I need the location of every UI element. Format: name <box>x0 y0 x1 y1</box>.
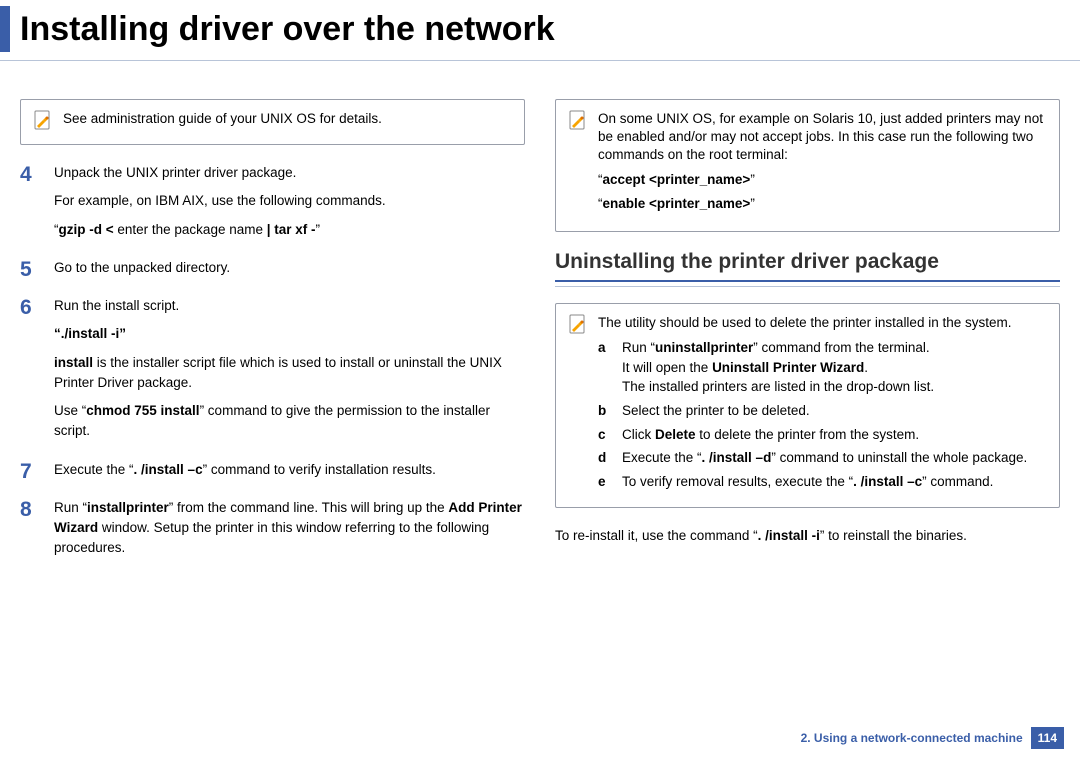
step-number: 5 <box>20 258 40 286</box>
pencil-note-icon <box>33 110 51 132</box>
title-bar: Installing driver over the network <box>0 0 1080 52</box>
page-title: Installing driver over the network <box>20 10 555 49</box>
section-rule <box>555 280 1060 282</box>
sub-body: Click Delete to delete the printer from … <box>622 425 1047 445</box>
sub-step-b: b Select the printer to be deleted. <box>598 401 1047 421</box>
step-8: 8 Run “installprinter” from the command … <box>20 498 525 567</box>
step-5: 5 Go to the unpacked directory. <box>20 258 525 286</box>
note-text: The utility should be used to delete the… <box>598 314 1047 495</box>
step-text: Use “chmod 755 install” command to give … <box>54 401 525 442</box>
right-column: On some UNIX OS, for example on Solaris … <box>555 99 1060 577</box>
step-4: 4 Unpack the UNIX printer driver package… <box>20 163 525 248</box>
sub-body: To verify removal results, execute the “… <box>622 472 1047 492</box>
step-number: 7 <box>20 460 40 488</box>
title-accent <box>0 6 10 52</box>
command-text: “accept <printer_name>” <box>598 171 1047 189</box>
step-text: Run “installprinter” from the command li… <box>54 498 525 559</box>
step-7: 7 Execute the “. /install –c” command to… <box>20 460 525 488</box>
step-text: Execute the “. /install –c” command to v… <box>54 460 525 480</box>
sub-letter: a <box>598 338 612 397</box>
sub-letter: d <box>598 448 612 468</box>
sub-steps: a Run “uninstallprinter” command from th… <box>598 338 1047 491</box>
note-text: On some UNIX OS, for example on Solaris … <box>598 110 1047 219</box>
step-text: For example, on IBM AIX, use the followi… <box>54 191 525 211</box>
header-rule <box>0 60 1080 61</box>
step-number: 8 <box>20 498 40 567</box>
sub-step-c: c Click Delete to delete the printer fro… <box>598 425 1047 445</box>
pencil-note-icon <box>568 314 586 336</box>
command-text: “./install -i” <box>54 324 525 344</box>
note-text: See administration guide of your UNIX OS… <box>63 110 512 132</box>
footer-chapter: 2. Using a network-connected machine <box>801 731 1023 745</box>
step-text: Go to the unpacked directory. <box>54 258 525 278</box>
left-column: See administration guide of your UNIX OS… <box>20 99 525 577</box>
sub-letter: b <box>598 401 612 421</box>
sub-body: Execute the “. /install –d” command to u… <box>622 448 1047 468</box>
footer: 2. Using a network-connected machine 114 <box>801 727 1064 749</box>
step-body: Run the install script. “./install -i” i… <box>54 296 525 450</box>
step-text: Unpack the UNIX printer driver package. <box>54 163 525 183</box>
section-rule-light <box>555 286 1060 287</box>
sub-letter: c <box>598 425 612 445</box>
note-box: See administration guide of your UNIX OS… <box>20 99 525 145</box>
sub-letter: e <box>598 472 612 492</box>
step-body: Go to the unpacked directory. <box>54 258 525 286</box>
sub-step-e: e To verify removal results, execute the… <box>598 472 1047 492</box>
paragraph: To re-install it, use the command “. /in… <box>555 526 1060 546</box>
step-text: Run the install script. <box>54 296 525 316</box>
note-para: On some UNIX OS, for example on Solaris … <box>598 110 1047 165</box>
note-para: The utility should be used to delete the… <box>598 314 1047 332</box>
page-header: Installing driver over the network <box>0 0 1080 79</box>
step-6: 6 Run the install script. “./install -i”… <box>20 296 525 450</box>
page-number: 114 <box>1031 727 1064 749</box>
note-box: The utility should be used to delete the… <box>555 303 1060 508</box>
command-text: “enable <printer_name>” <box>598 195 1047 213</box>
sub-body: Run “uninstallprinter” command from the … <box>622 338 1047 397</box>
step-body: Run “installprinter” from the command li… <box>54 498 525 567</box>
step-body: Execute the “. /install –c” command to v… <box>54 460 525 488</box>
sub-step-d: d Execute the “. /install –d” command to… <box>598 448 1047 468</box>
sub-step-a: a Run “uninstallprinter” command from th… <box>598 338 1047 397</box>
sub-body: Select the printer to be deleted. <box>622 401 1047 421</box>
pencil-note-icon <box>568 110 586 132</box>
note-box: On some UNIX OS, for example on Solaris … <box>555 99 1060 232</box>
section-title: Uninstalling the printer driver package <box>555 250 1060 274</box>
step-text: install is the installer script file whi… <box>54 353 525 394</box>
step-body: Unpack the UNIX printer driver package. … <box>54 163 525 248</box>
step-number: 4 <box>20 163 40 248</box>
step-number: 6 <box>20 296 40 450</box>
content: See administration guide of your UNIX OS… <box>0 79 1080 577</box>
command-text: “gzip -d < enter the package name | tar … <box>54 220 525 240</box>
